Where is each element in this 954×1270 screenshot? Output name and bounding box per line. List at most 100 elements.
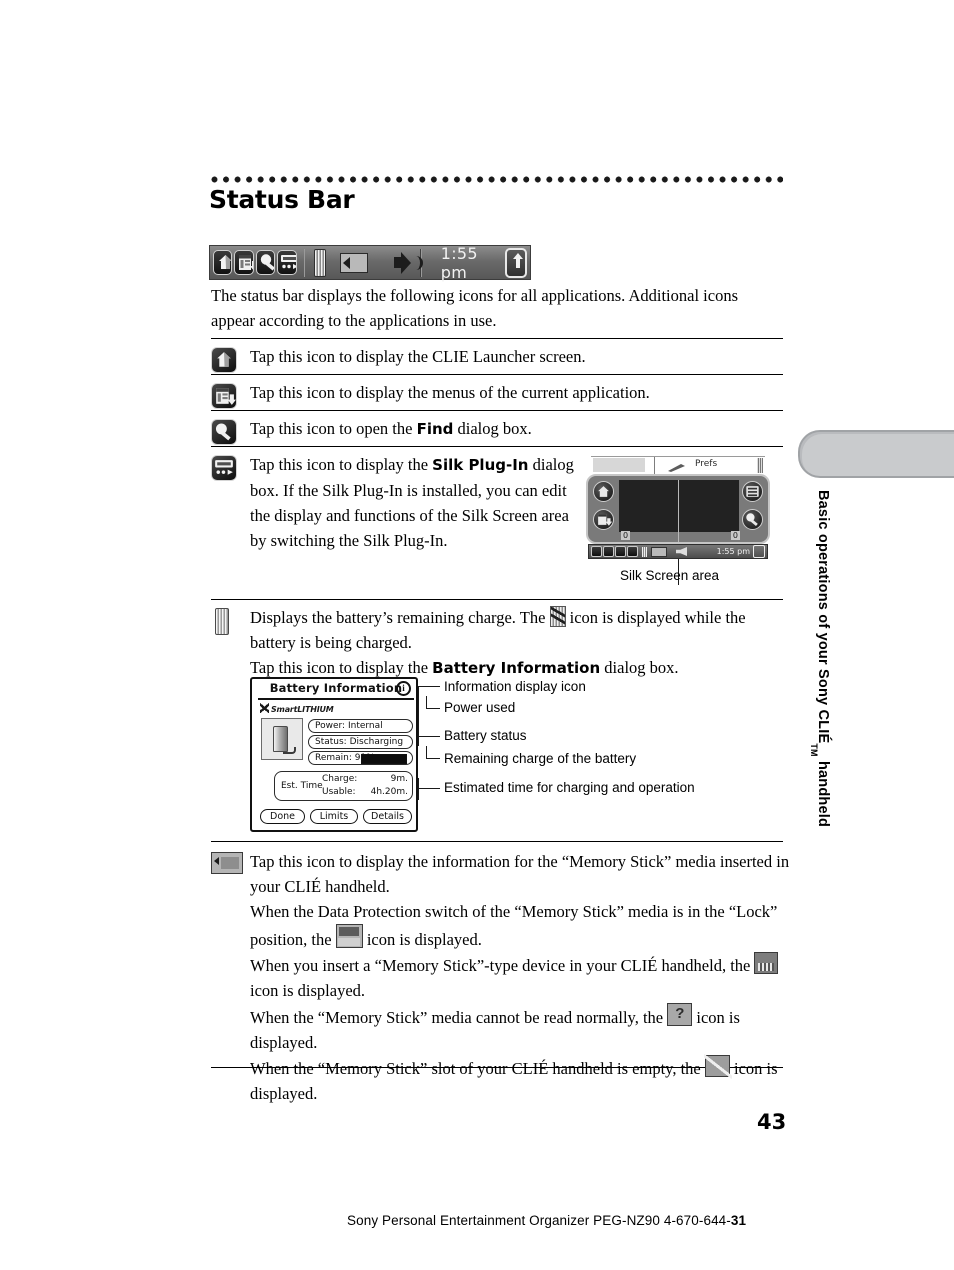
ms-p4-pre: When the “Memory Stick” media cannot be … [250,1008,668,1027]
status-label: Status: [315,737,347,747]
ms-p5-pre: When the “Memory Stick” slot of your CLI… [250,1059,705,1078]
document-page: Basic operations of your Sony CLIÉTM han… [0,0,954,1270]
battery-charging-icon [549,606,566,627]
silk-menu-icon [593,509,614,530]
silk-find-icon [742,509,763,530]
chapter-tab-label-tail: handheld [815,756,831,828]
page-title: Status Bar [209,185,355,214]
device-status-bar: 1:55 pm [588,544,768,559]
mini-find-icon [615,546,626,557]
ms-p1: Tap this icon to display the information… [250,852,790,896]
ms-p3-pre: When you insert a “Memory Stick”-type de… [250,956,755,975]
callout-information-display-icon: Information display icon [444,679,586,694]
page-number: 43 [757,1110,787,1134]
clie-launcher-icon [211,347,237,373]
mini-speaker-icon [676,547,687,556]
footer-code: 31 [730,1213,747,1228]
menu-icon [234,250,254,275]
status-bar-divider-1 [303,248,306,277]
battery-line2-post: dialog box. [600,658,679,677]
table-rule-5 [211,599,783,600]
callout-power-used: Power used [444,700,516,715]
memory-stick-icon [340,252,368,273]
memory-stick-icon [211,852,243,878]
silk-zero-right: 0 [730,531,740,540]
mini-menu-icon [603,546,614,557]
dialog-title: Battery Information [269,681,403,695]
dialog-title-rule [258,698,414,700]
row-description: Tap this icon to display the menus of th… [250,383,650,402]
callout-spine-2 [418,778,419,800]
limits-button[interactable]: Limits [310,809,358,824]
done-button[interactable]: Done [260,809,305,824]
row-text-pre: Tap this icon to open the [250,419,417,438]
ms-p2-post: icon is displayed. [362,930,482,949]
details-button[interactable]: Details [363,809,412,824]
row-description: Displays the battery’s remaining charge.… [250,605,795,681]
silk-screen-caption: Silk Screen area [620,568,720,583]
remain-label: Remain: [315,753,352,763]
est-usable-row: Usable: 4h.20m. [322,787,408,797]
power-label: Power: [315,721,346,731]
silk-keyboard-icon [742,481,763,502]
ms-p3-post: icon is displayed. [250,981,366,1000]
silk-zero-left: 0 [621,531,631,540]
callout-leader-3 [418,736,440,737]
mini-arrow-icon [753,545,765,558]
chapter-tab-label-tm: TM [809,743,819,757]
information-display-icon[interactable]: i [396,681,411,696]
silk-screen-divider [678,480,679,542]
battery-status-field: Status: Discharging [308,735,413,749]
callout-remaining-charge: Remaining charge of the battery [444,751,637,766]
silk-screen-figure: Prefs 0 0 1:55 pm [586,456,770,585]
callout-leader-1 [418,686,440,687]
smartlithium-label: SmartLITHIUM [271,705,334,714]
row-description: Tap this icon to display the CLIE Launch… [250,347,586,366]
intro-paragraph: The status bar displays the following ic… [211,286,738,330]
battery-information-dialog: Battery Information i SmartLITHIUM Power… [250,677,418,832]
memory-stick-lock-icon [335,924,363,948]
mini-clock: 1:55 pm [716,547,750,556]
ms-p2-pre: When the Data Protection switch of the “… [250,902,778,949]
stylus-icon [668,464,685,472]
silk-home-icon [593,481,614,502]
row-text-bold: Find [416,420,454,438]
chapter-tab-label-text: Basic operations of your Sony CLIÉ [815,490,831,744]
callout-leader-5 [418,788,440,789]
est-usable-label: Usable: [322,787,356,797]
table-rule-6 [211,841,783,842]
est-usable-value: 4h.20m. [370,787,408,797]
silk-plugin-icon [211,455,237,481]
up-arrow-icon [504,247,527,278]
find-icon [211,419,237,445]
callout-leader-2b [426,696,427,709]
row-description: Tap this icon to display the information… [250,849,795,1106]
row-text-extra: If the Silk Plug-In is installed, you ca… [250,481,569,550]
footer-text: Sony Personal Entertainment Organizer PE… [347,1213,746,1228]
est-charge-value: 9m. [390,774,408,784]
mini-battery-icon [642,546,647,557]
find-icon [255,250,276,275]
memory-stick-unreadable-icon: ? [667,1003,693,1026]
battery-line2-pre: Tap this icon to display the [250,658,433,677]
remaining-charge-field: Remain: 91% [308,751,413,765]
chapter-tab-label: Basic operations of your Sony CLIÉTM han… [806,490,840,910]
estimated-time-box: Est. Time Charge: 9m. Usable: 4h.20m. [274,771,413,801]
status-bar-figure: 1:55 pm [209,243,531,282]
row-text-bold: Silk Plug-In [432,456,529,474]
power-value: Internal [347,721,383,731]
menu-icon [211,383,237,409]
table-rule-1 [211,338,783,339]
battery-icon [215,608,241,635]
heading-dot-rule [211,176,783,183]
footer-main: Sony Personal Entertainment Organizer PE… [347,1213,731,1228]
device-title-area [593,458,645,472]
row-description: Tap this icon to open the Find dialog bo… [250,416,783,442]
device-scroll-indicator [757,458,763,473]
mini-clie-launcher-icon [591,546,602,557]
callout-leader-4 [426,758,440,759]
callout-leader-4b [426,746,427,759]
status-bar-clock: 1:55 pm [440,243,478,282]
mini-memory-stick-icon [651,546,667,557]
est-charge-row: Charge: 9m. [322,774,408,784]
